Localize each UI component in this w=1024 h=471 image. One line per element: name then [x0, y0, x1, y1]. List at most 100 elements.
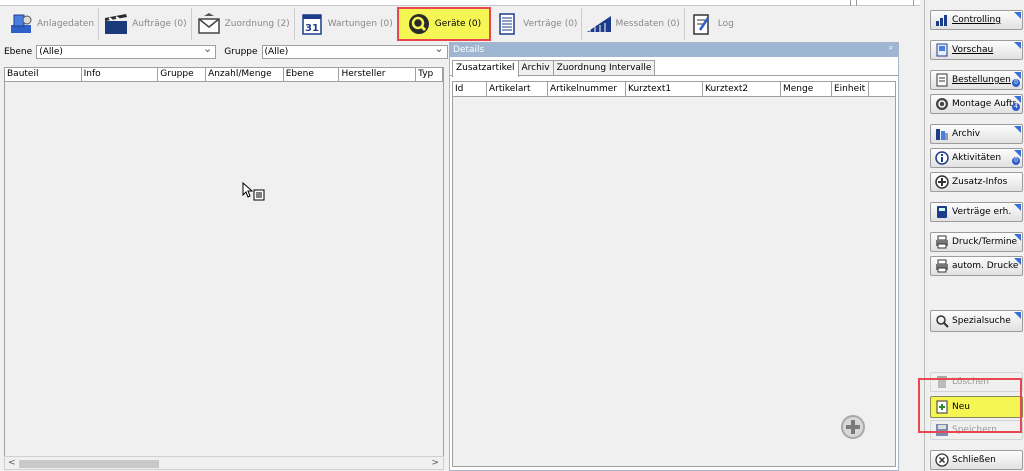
count-badge: 0: [1012, 157, 1020, 165]
order-icon: [935, 73, 949, 87]
ebene-select[interactable]: (Alle): [36, 43, 217, 59]
controlling-button[interactable]: Controlling: [930, 10, 1023, 30]
autom-drucke-button[interactable]: autom. Drucke: [930, 256, 1023, 276]
button-label: Verträge erh.: [952, 207, 1012, 217]
column-header[interactable]: Hersteller: [339, 68, 417, 81]
scrollbar-thumb[interactable]: [19, 460, 159, 468]
column-header[interactable]: Id: [453, 82, 487, 96]
button-label: Aktivitäten: [952, 153, 1002, 163]
tab-anlagedaten[interactable]: Anlagedaten: [4, 8, 100, 40]
tab-auftraege[interactable]: Aufträge (0): [99, 8, 192, 40]
column-header[interactable]: Kurztext2: [703, 82, 781, 96]
preview-icon: [935, 43, 949, 57]
corner-triangle-icon: [1014, 258, 1021, 265]
plus-circle-icon: [935, 175, 949, 189]
measurement-icon: [586, 12, 612, 36]
components-grid[interactable]: Bauteil Info Gruppe Anzahl/Menge Ebene H…: [4, 67, 444, 457]
button-label: Bestellungen: [952, 75, 1011, 85]
column-header[interactable]: Anzahl/Menge: [206, 68, 284, 81]
tab-wartungen[interactable]: 31 Wartungen (0): [295, 8, 398, 40]
button-label: Zusatz-Infos: [952, 177, 1008, 187]
scroll-left-icon[interactable]: <: [8, 457, 16, 470]
tab-log[interactable]: Log: [685, 8, 738, 40]
gruppe-select-value: (Alle): [264, 47, 289, 57]
document-list-icon: [494, 12, 520, 36]
add-article-icon[interactable]: [840, 414, 866, 440]
pin-icon[interactable]: ᵖ: [889, 43, 893, 57]
log-notepad-icon: [689, 12, 715, 36]
envelope-icon: [196, 12, 222, 36]
info-icon: [935, 151, 949, 165]
details-tabs: Zusatzartikel Archiv Zuordnung Intervall…: [450, 60, 898, 77]
column-header[interactable]: Info: [82, 68, 159, 81]
button-label: Schließen: [952, 455, 996, 465]
column-header[interactable]: Einheit: [832, 82, 869, 96]
printer-auto-icon: [935, 259, 949, 273]
loeschen-button[interactable]: Löschen: [930, 372, 1023, 392]
button-label: Archiv: [952, 129, 981, 139]
button-label: Druck/Termine: [952, 237, 1018, 247]
column-header[interactable]: Gruppe: [158, 68, 207, 81]
button-label: Vorschau: [952, 45, 994, 55]
corner-triangle-icon: [1014, 12, 1021, 19]
column-header[interactable]: Kurztext1: [626, 82, 703, 96]
scroll-right-icon[interactable]: >: [431, 457, 439, 470]
tab-label: Verträge (0): [523, 19, 578, 29]
zusatz-infos-button[interactable]: Zusatz-Infos: [930, 172, 1023, 192]
bestellungen-button[interactable]: Bestellungen 0: [930, 70, 1023, 90]
tab-geraete[interactable]: Geräte (0): [396, 7, 492, 41]
calendar-day-text: 31: [305, 23, 319, 34]
magnifier-icon: [406, 12, 432, 36]
tab-zuordnung[interactable]: Zuordnung (2): [192, 8, 295, 40]
mouse-cursor-icon: [242, 181, 266, 202]
corner-triangle-icon: [1014, 126, 1021, 133]
articles-grid[interactable]: Id Artikelart Artikelnummer Kurztext1 Ku…: [452, 81, 896, 467]
schliessen-button[interactable]: Schließen: [930, 450, 1023, 470]
details-title-bar: Details ᵖ: [450, 43, 898, 57]
column-header[interactable]: Artikelnummer: [548, 82, 626, 96]
filter-row: Ebene (Alle) Gruppe (Alle): [4, 43, 448, 59]
button-label: Löschen: [952, 377, 989, 387]
button-label: Controlling: [952, 15, 1001, 25]
druck-termine-button[interactable]: Druck/Termine: [930, 232, 1023, 252]
corner-triangle-icon: [1014, 42, 1021, 49]
archiv-button[interactable]: Archiv: [930, 124, 1023, 144]
tab-label: Messdaten (0): [615, 19, 680, 29]
column-header[interactable]: Ebene: [284, 68, 340, 81]
aktivitaeten-button[interactable]: Aktivitäten 0: [930, 148, 1023, 168]
column-header[interactable]: Artikelart: [487, 82, 548, 96]
details-title: Details: [453, 45, 485, 55]
tab-label: Anlagedaten: [37, 19, 95, 29]
vertraege-erh-button[interactable]: Verträge erh.: [930, 202, 1023, 222]
tab-vertraege[interactable]: Verträge (0): [490, 8, 583, 40]
chart-icon: [935, 13, 949, 27]
gruppe-select[interactable]: (Alle): [261, 43, 448, 59]
button-label: Montage Auftr.: [952, 99, 1019, 109]
corner-triangle-icon: [1014, 96, 1021, 103]
column-header[interactable]: Typ: [416, 68, 443, 81]
horizontal-scrollbar[interactable]: < >: [4, 456, 444, 470]
toolbar: Anlagedaten Aufträge (0) Zuordnung (2) 3…: [0, 6, 920, 42]
montage-auftraege-button[interactable]: Montage Auftr. 4: [930, 94, 1023, 114]
tab-label: Log: [717, 19, 734, 29]
installation-icon: [8, 12, 34, 36]
count-badge: 0: [1012, 79, 1020, 87]
neu-button[interactable]: Neu: [930, 396, 1023, 418]
tab-messdaten[interactable]: Messdaten (0): [582, 8, 685, 40]
action-sidebar: Controlling Vorschau Bestellungen 0 Mont…: [924, 0, 1024, 471]
vorschau-button[interactable]: Vorschau: [930, 40, 1023, 60]
new-icon: [935, 400, 949, 414]
column-header[interactable]: Bauteil: [5, 68, 82, 81]
button-label: Neu: [952, 402, 970, 412]
spezialsuche-button[interactable]: Spezialsuche: [930, 310, 1023, 332]
search-icon: [935, 314, 949, 328]
tab-archiv[interactable]: Archiv: [517, 60, 554, 75]
tab-zusatzartikel[interactable]: Zusatzartikel: [452, 60, 519, 77]
ebene-select-value: (Alle): [39, 47, 63, 57]
button-label: Speichern: [952, 425, 997, 435]
tab-zuordnung-intervalle[interactable]: Zuordnung Intervalle: [552, 60, 656, 75]
speichern-button[interactable]: Speichern: [930, 420, 1023, 440]
column-header[interactable]: Menge: [781, 82, 832, 96]
button-label: Spezialsuche: [952, 316, 1011, 326]
save-icon: [935, 423, 949, 437]
